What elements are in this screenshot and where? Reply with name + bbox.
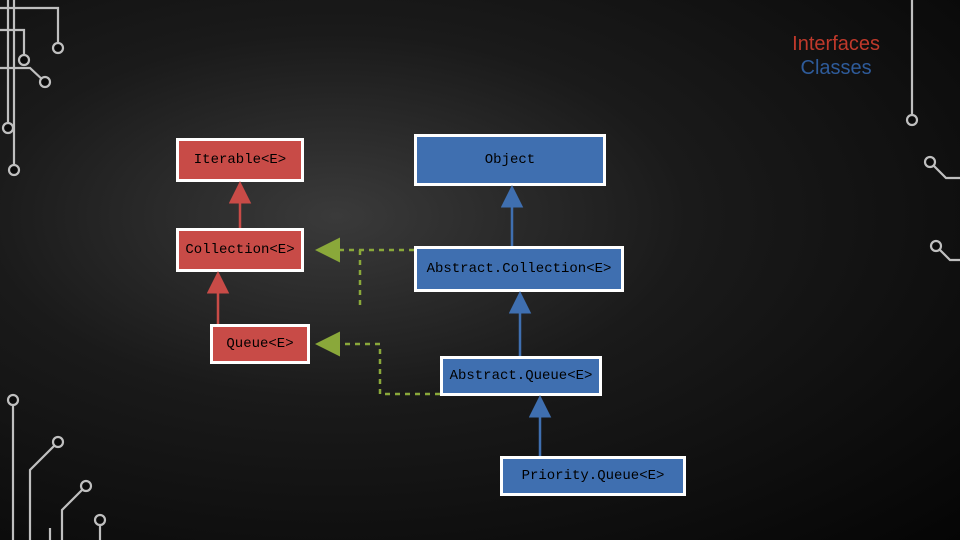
node-object: Object: [414, 134, 606, 186]
legend-interfaces: Interfaces: [792, 32, 880, 56]
node-collection: Collection<E>: [176, 228, 304, 272]
edge-absqueue-queue: [320, 344, 440, 394]
node-queue: Queue<E>: [210, 324, 310, 364]
node-abstract-queue: Abstract.Queue<E>: [440, 356, 602, 396]
node-abstract-collection: Abstract.Collection<E>: [414, 246, 624, 292]
legend-classes: Classes: [792, 56, 880, 80]
node-priority-queue: Priority.Queue<E>: [500, 456, 686, 496]
legend: Interfaces Classes: [792, 32, 880, 80]
node-iterable: Iterable<E>: [176, 138, 304, 182]
diagram-stage: Interfaces Classes Iterable<E> Collectio…: [0, 0, 960, 540]
